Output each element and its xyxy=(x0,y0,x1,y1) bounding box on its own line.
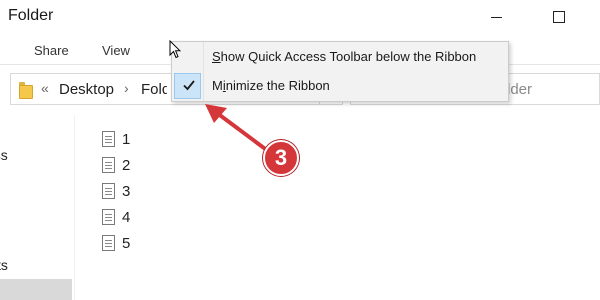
folder-icon xyxy=(19,82,33,99)
menu-item-label: Minimize the Ribbon xyxy=(212,78,330,93)
file-name: 4 xyxy=(122,209,131,226)
file-item[interactable]: 4 xyxy=(102,207,162,229)
step-number-badge: 3 xyxy=(263,140,299,176)
text-file-icon xyxy=(102,235,115,251)
file-item[interactable]: 1 xyxy=(102,129,162,151)
nav-item-selected[interactable] xyxy=(0,279,72,300)
text-file-icon xyxy=(102,209,115,225)
file-name: 2 xyxy=(122,157,131,174)
nav-item-3d-objects[interactable]: cts xyxy=(0,257,8,273)
checkmark-icon xyxy=(183,80,195,91)
text-file-icon xyxy=(102,131,115,147)
tab-view[interactable]: View xyxy=(102,43,130,58)
menu-item-label-prefix: M xyxy=(212,78,223,93)
menu-item-show-quick-access-toolbar[interactable]: Show Quick Access Toolbar below the Ribb… xyxy=(172,43,508,71)
menu-item-label-rest: how Quick Access Toolbar below the Ribbo… xyxy=(220,49,477,64)
file-item[interactable]: 5 xyxy=(102,233,162,255)
mouse-cursor-icon xyxy=(169,40,181,59)
menu-item-label: Show Quick Access Toolbar below the Ribb… xyxy=(212,49,476,64)
ribbon-context-menu: Show Quick Access Toolbar below the Ribb… xyxy=(171,41,509,102)
text-file-icon xyxy=(102,157,115,173)
breadcrumb-folder[interactable]: Folder xyxy=(141,81,167,98)
window-title: Folder xyxy=(8,7,54,24)
text-file-icon xyxy=(102,183,115,199)
menu-item-label-rest: nimize the Ribbon xyxy=(225,78,330,93)
menu-item-minimize-ribbon[interactable]: Minimize the Ribbon xyxy=(172,72,508,100)
breadcrumb-separator-icon[interactable]: › xyxy=(124,80,129,96)
accelerator-key: S xyxy=(212,49,221,64)
breadcrumb-desktop[interactable]: Desktop xyxy=(59,81,114,98)
file-name: 1 xyxy=(122,131,131,148)
minimize-button[interactable] xyxy=(482,6,512,28)
maximize-button[interactable] xyxy=(544,6,574,28)
file-name: 3 xyxy=(122,183,131,200)
search-placeholder: lder xyxy=(507,81,533,98)
navigation-pane: ess cts xyxy=(0,115,75,300)
nav-item-quick-access[interactable]: ess xyxy=(0,147,8,163)
file-item[interactable]: 3 xyxy=(102,181,162,203)
checkmark-highlight xyxy=(174,73,201,99)
file-item[interactable]: 2 xyxy=(102,155,162,177)
overflow-chevron-icon[interactable]: « xyxy=(41,80,49,96)
file-name: 5 xyxy=(122,235,131,252)
title-bar: Folder xyxy=(0,0,600,36)
tab-share[interactable]: Share xyxy=(34,43,69,58)
